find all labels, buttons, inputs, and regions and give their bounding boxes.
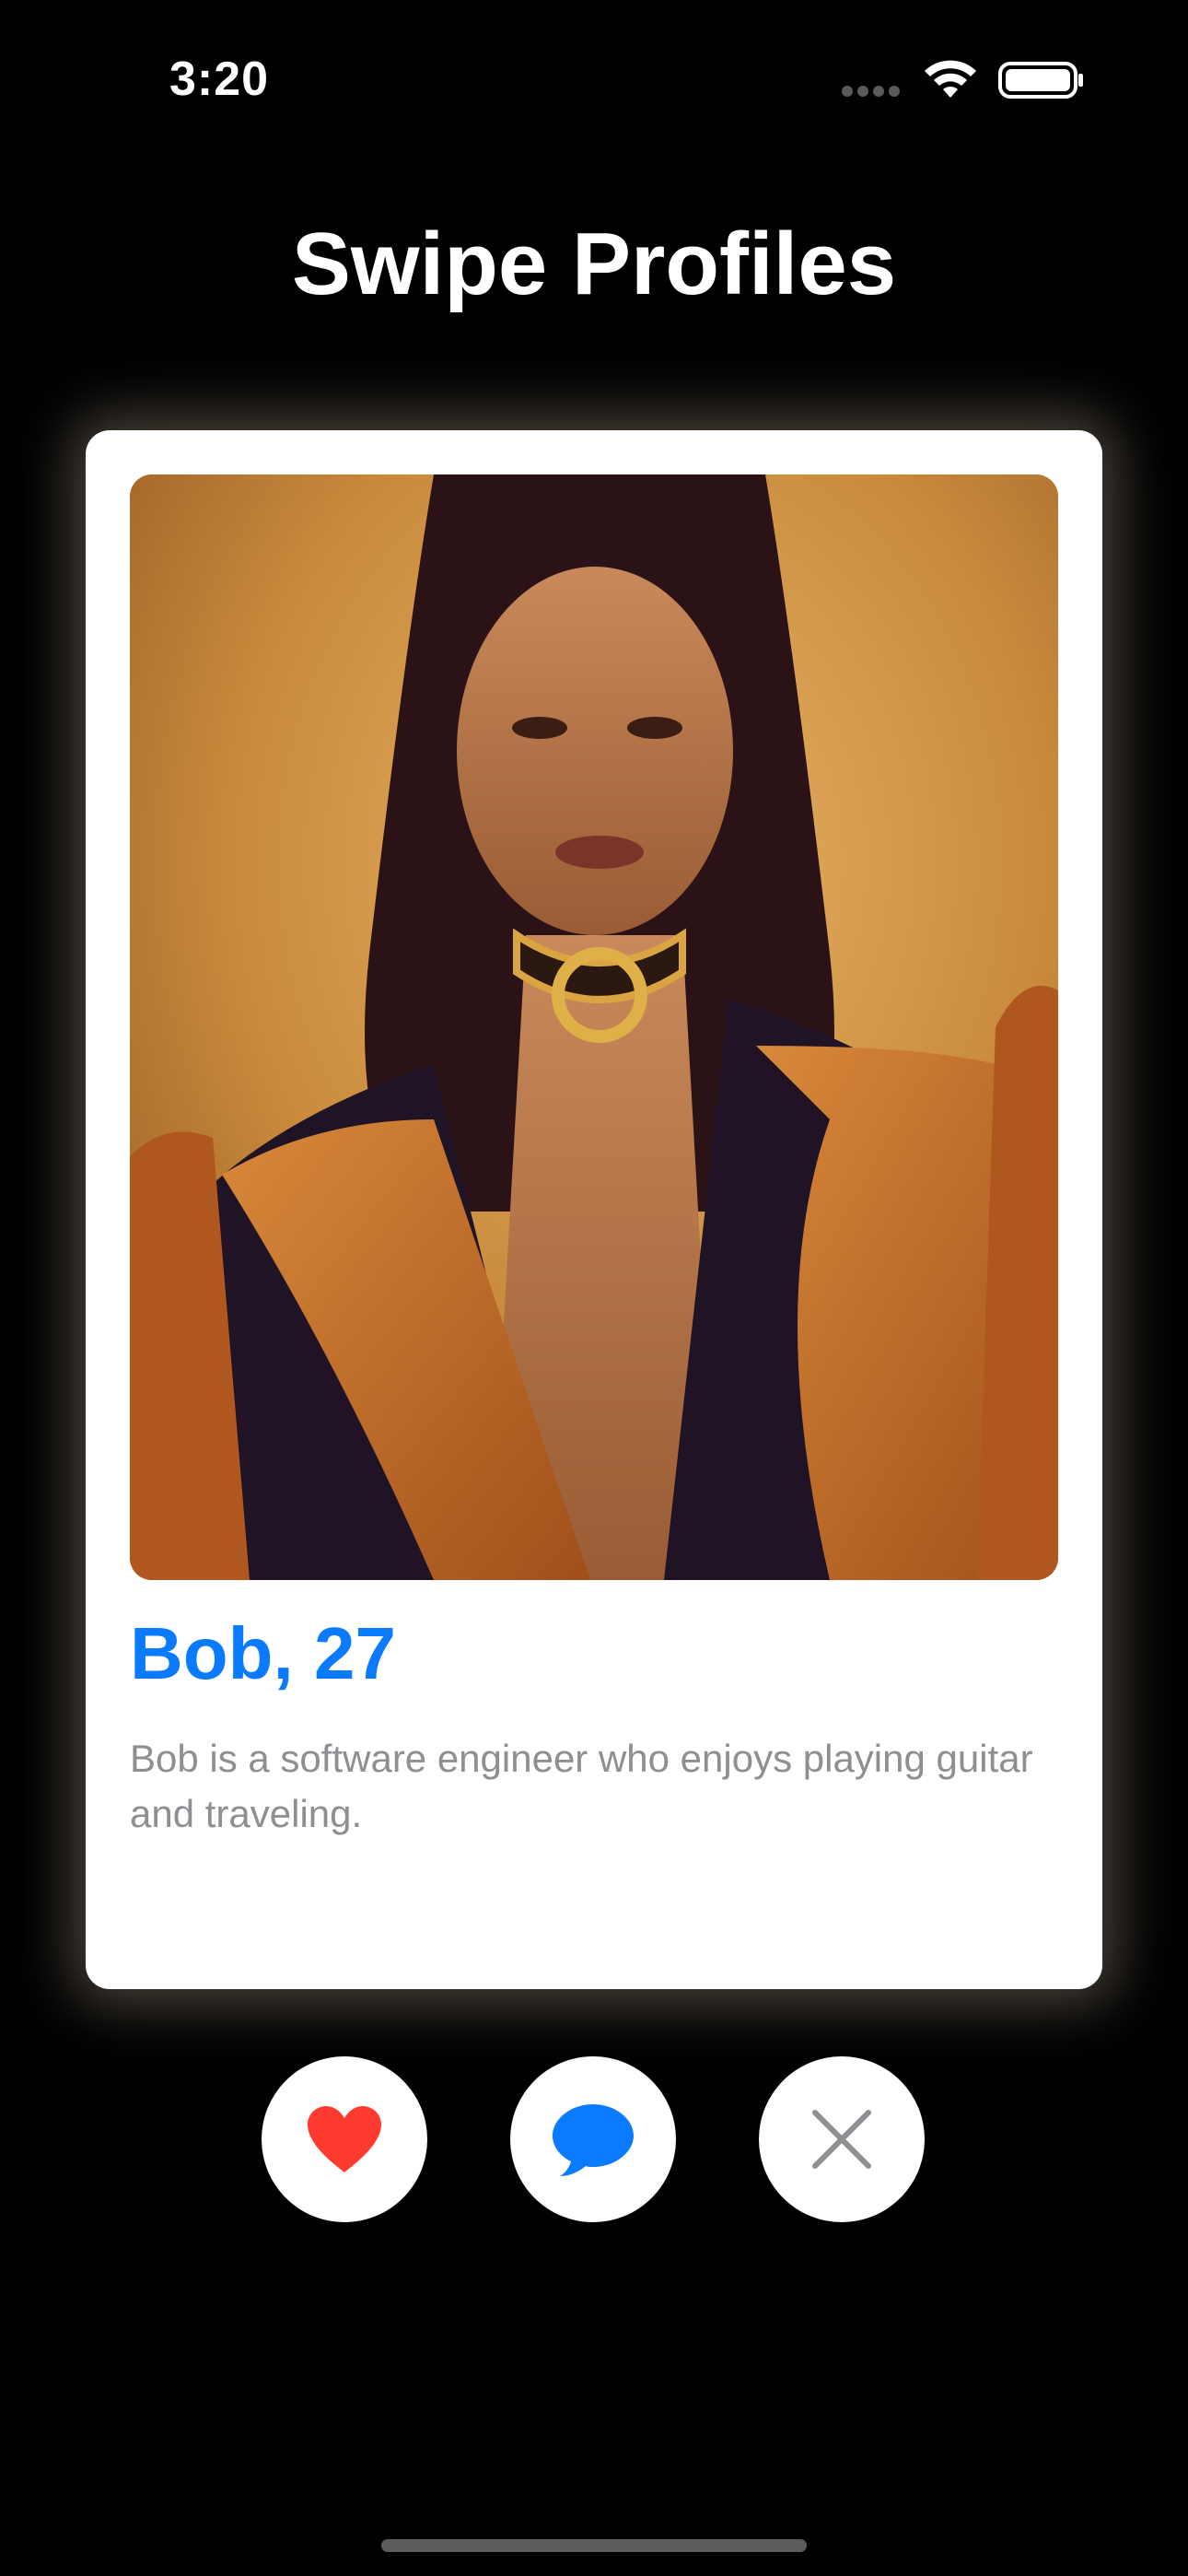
wifi-icon (921, 57, 980, 101)
message-button[interactable] (510, 2056, 676, 2222)
page-title: Swipe Profiles (291, 215, 897, 313)
cellular-signal-icon (842, 85, 904, 98)
like-button[interactable] (262, 2056, 427, 2222)
battery-icon (998, 61, 1085, 100)
profile-bio: Bob is a software engineer who enjoys pl… (130, 1737, 1033, 1835)
profile-card[interactable]: Bob, 27 Bob is a software engineer who e… (86, 430, 1102, 1989)
profile-photo (130, 474, 1058, 1580)
chat-bubble-icon (553, 2104, 634, 2176)
close-icon (812, 2110, 871, 2169)
heart-icon (308, 2106, 381, 2172)
status-bar: 3:20 (0, 0, 1188, 157)
home-indicator[interactable] (381, 2539, 807, 2552)
dismiss-button[interactable] (759, 2056, 925, 2222)
status-time: 3:20 (169, 53, 270, 106)
profile-name-age: Bob, 27 (130, 1612, 396, 1694)
